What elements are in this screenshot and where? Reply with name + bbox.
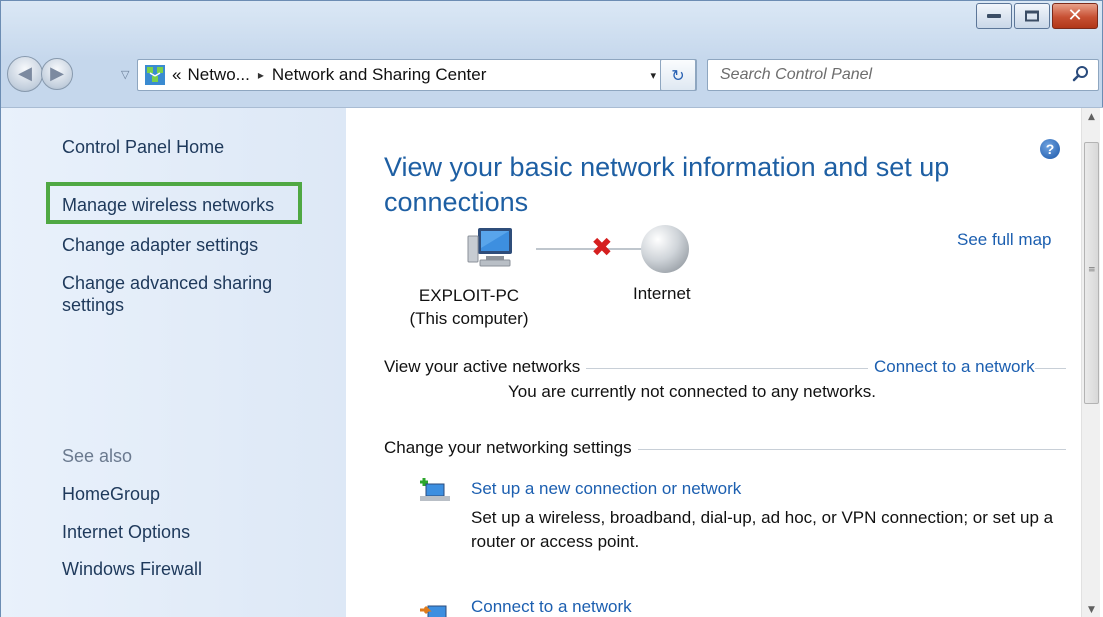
minimize-icon bbox=[987, 14, 1001, 18]
network-location-icon bbox=[144, 64, 166, 86]
breadcrumb-separator[interactable]: ▸ bbox=[258, 68, 264, 82]
sidebar-item-adapter-settings[interactable]: Change adapter settings bbox=[62, 234, 258, 256]
refresh-button[interactable]: ↻ bbox=[660, 59, 696, 91]
search-icon[interactable] bbox=[1072, 65, 1090, 83]
sidebar-item-advanced-sharing[interactable]: Change advanced sharing settings bbox=[62, 272, 302, 316]
internet-label: Internet bbox=[633, 284, 691, 303]
not-connected-message: You are currently not connected to any n… bbox=[508, 382, 876, 401]
content-area: Control Panel Home Manage wireless netwo… bbox=[1, 107, 1103, 617]
breadcrumb-parent[interactable]: Netwo... bbox=[187, 65, 249, 85]
active-networks-heading: View your active networks bbox=[384, 357, 587, 377]
see-full-map-link[interactable]: See full map bbox=[957, 230, 1052, 250]
see-also-heading: See also bbox=[62, 446, 133, 466]
help-icon[interactable]: ? bbox=[1040, 139, 1060, 159]
scroll-down-icon[interactable]: ▼ bbox=[1082, 601, 1101, 617]
recent-pages-dropdown[interactable]: ▽ bbox=[121, 68, 129, 81]
back-arrow-icon: ◀ bbox=[18, 63, 32, 85]
maximize-button[interactable] bbox=[1014, 3, 1050, 29]
sidebar-item-homegroup[interactable]: HomeGroup bbox=[62, 483, 160, 505]
task-new-connection-link[interactable]: Set up a new connection or network bbox=[471, 479, 741, 499]
page-title: View your basic network information and … bbox=[384, 152, 950, 217]
task-new-connection-desc: Set up a wireless, broadband, dial-up, a… bbox=[471, 508, 1054, 551]
search-box[interactable] bbox=[707, 59, 1099, 91]
sidebar-item-manage-wireless[interactable]: Manage wireless networks bbox=[62, 194, 274, 216]
main-panel: ? View your basic network information an… bbox=[346, 108, 1081, 617]
computer-subtitle: (This computer) bbox=[409, 309, 529, 328]
disconnected-x-icon: ✖ bbox=[591, 233, 613, 263]
breadcrumb-current[interactable]: Network and Sharing Center bbox=[272, 65, 487, 85]
scroll-grip-icon: ≡ bbox=[1088, 265, 1096, 275]
forward-arrow-icon: ▶ bbox=[50, 63, 64, 85]
close-button[interactable]: ✕ bbox=[1052, 3, 1098, 29]
change-settings-heading: Change your networking settings bbox=[384, 438, 638, 458]
connect-network-icon bbox=[420, 605, 447, 617]
refresh-icon: ↻ bbox=[671, 65, 685, 85]
sidebar-item-windows-firewall[interactable]: Windows Firewall bbox=[62, 558, 202, 580]
minimize-button[interactable] bbox=[976, 3, 1012, 29]
task-connect-network-link[interactable]: Connect to a network bbox=[471, 597, 632, 617]
vertical-scrollbar[interactable]: ▲ ≡ ▼ bbox=[1081, 108, 1100, 617]
sidebar-item-control-panel-home[interactable]: Control Panel Home bbox=[62, 136, 224, 158]
window: ✕ ◀ ▶ ▽ « Netwo... ▸ Network and Sharing… bbox=[0, 0, 1103, 617]
search-input[interactable] bbox=[708, 60, 1048, 90]
back-button[interactable]: ◀ bbox=[7, 56, 43, 92]
internet-globe-icon[interactable] bbox=[641, 225, 689, 273]
caption-buttons: ✕ bbox=[974, 3, 1098, 31]
forward-button[interactable]: ▶ bbox=[41, 58, 73, 90]
sidebar-item-internet-options[interactable]: Internet Options bbox=[62, 521, 190, 543]
close-icon: ✕ bbox=[1067, 5, 1083, 26]
maximize-icon bbox=[1025, 10, 1039, 22]
computer-name: EXPLOIT-PC bbox=[418, 286, 520, 305]
sidebar: Control Panel Home Manage wireless netwo… bbox=[1, 108, 346, 617]
connect-to-network-link[interactable]: Connect to a network bbox=[868, 357, 1035, 377]
scroll-thumb[interactable]: ≡ bbox=[1084, 142, 1099, 404]
new-connection-icon bbox=[420, 478, 450, 501]
address-dropdown-icon[interactable]: ▾ bbox=[650, 69, 656, 82]
address-bar[interactable]: « Netwo... ▸ Network and Sharing Center … bbox=[137, 59, 697, 91]
breadcrumb-chevrons[interactable]: « bbox=[172, 65, 181, 85]
scroll-up-icon[interactable]: ▲ bbox=[1082, 108, 1101, 126]
computer-icon[interactable] bbox=[466, 226, 516, 272]
computer-name-block: EXPLOIT-PC (This computer) bbox=[404, 284, 534, 330]
